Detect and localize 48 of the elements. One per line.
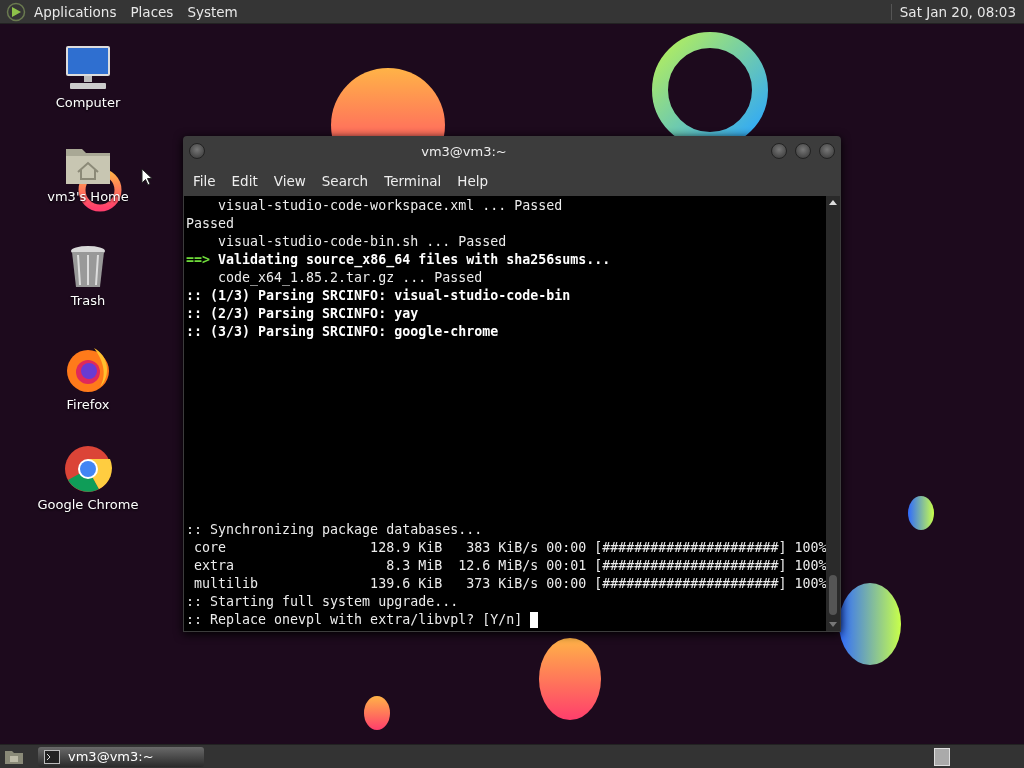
show-desktop-icon[interactable] xyxy=(4,748,24,765)
menu-item[interactable]: File xyxy=(187,173,222,189)
desktop-icon-label[interactable]: Trash xyxy=(70,293,106,308)
output-text: :: (2/3) Parsing SRCINFO: yay xyxy=(186,305,419,323)
desktop-icon-label[interactable]: Computer xyxy=(55,95,121,110)
firefox-icon[interactable] xyxy=(64,345,112,393)
scrollbar[interactable] xyxy=(826,196,840,631)
scrollbar-thumb[interactable] xyxy=(829,575,838,615)
mouse-pointer-icon xyxy=(141,168,153,186)
computer-icon[interactable] xyxy=(64,45,112,91)
panel-menu[interactable]: System xyxy=(187,3,238,20)
chrome-icon[interactable] xyxy=(64,445,112,493)
output-text: :: (1/3) Parsing SRCINFO: visual-studio-code-bin xyxy=(186,287,571,305)
scroll-up-icon[interactable] xyxy=(828,198,839,206)
menu-item[interactable]: Help xyxy=(451,173,495,189)
window-title: vm3@vm3:~ xyxy=(420,143,508,159)
menu-item[interactable]: Search xyxy=(315,173,375,189)
minimize-button[interactable] xyxy=(771,143,787,159)
taskbar-button[interactable]: vm3@vm3:~ xyxy=(38,746,204,767)
menu-item[interactable]: Terminal xyxy=(378,173,448,189)
desktop-icon-label[interactable]: Firefox xyxy=(66,397,110,412)
clock[interactable]: Sat Jan 20, 08:03 xyxy=(890,3,1016,20)
output-text: :: Starting full system upgrade... xyxy=(186,593,459,611)
menu-item[interactable]: View xyxy=(267,173,312,189)
menu-item[interactable]: Edit xyxy=(225,173,264,189)
workspace-switcher[interactable] xyxy=(934,747,950,766)
output-text: code_x64_1.85.2.tar.gz ... Passed xyxy=(217,269,483,287)
prompt-arrow: ==> xyxy=(186,251,211,269)
output-text: visual-studio-code-workspace.xml ... Passed xyxy=(217,197,563,215)
output-text: core 128.9 KiB 383 KiB/s 00:00 [######################] 100% xyxy=(193,539,827,557)
terminal-icon xyxy=(44,749,60,764)
close-button[interactable] xyxy=(819,143,835,159)
output-text: :: Synchronizing package databases... xyxy=(186,521,483,539)
scroll-down-icon[interactable] xyxy=(828,621,839,629)
trash-icon[interactable] xyxy=(68,245,108,289)
output-text: :: (3/3) Parsing SRCINFO: google-chrome xyxy=(186,323,499,341)
output-text: extra 8.3 MiB 12.6 MiB/s 00:01 [######################] 100% xyxy=(193,557,827,575)
output-text: visual-studio-code-bin.sh ... Passed xyxy=(217,233,507,251)
output-text: multilib 139.6 KiB 373 KiB/s 00:00 [######################] 100% xyxy=(193,575,827,593)
panel-menu[interactable]: Applications xyxy=(34,3,117,20)
output-text: Passed xyxy=(186,215,235,233)
output-text: :: Replace onevpl with extra/libvpl? [Y/n] xyxy=(186,611,524,629)
output-text: Validating source_x86_64 files with sha256sums... xyxy=(217,251,611,269)
desktop-icon-label[interactable]: Google Chrome xyxy=(37,497,139,512)
panel-menu[interactable]: Places xyxy=(130,3,174,20)
logo-icon[interactable] xyxy=(6,1,26,22)
window-menu-button[interactable] xyxy=(189,143,205,159)
maximize-button[interactable] xyxy=(795,143,811,159)
